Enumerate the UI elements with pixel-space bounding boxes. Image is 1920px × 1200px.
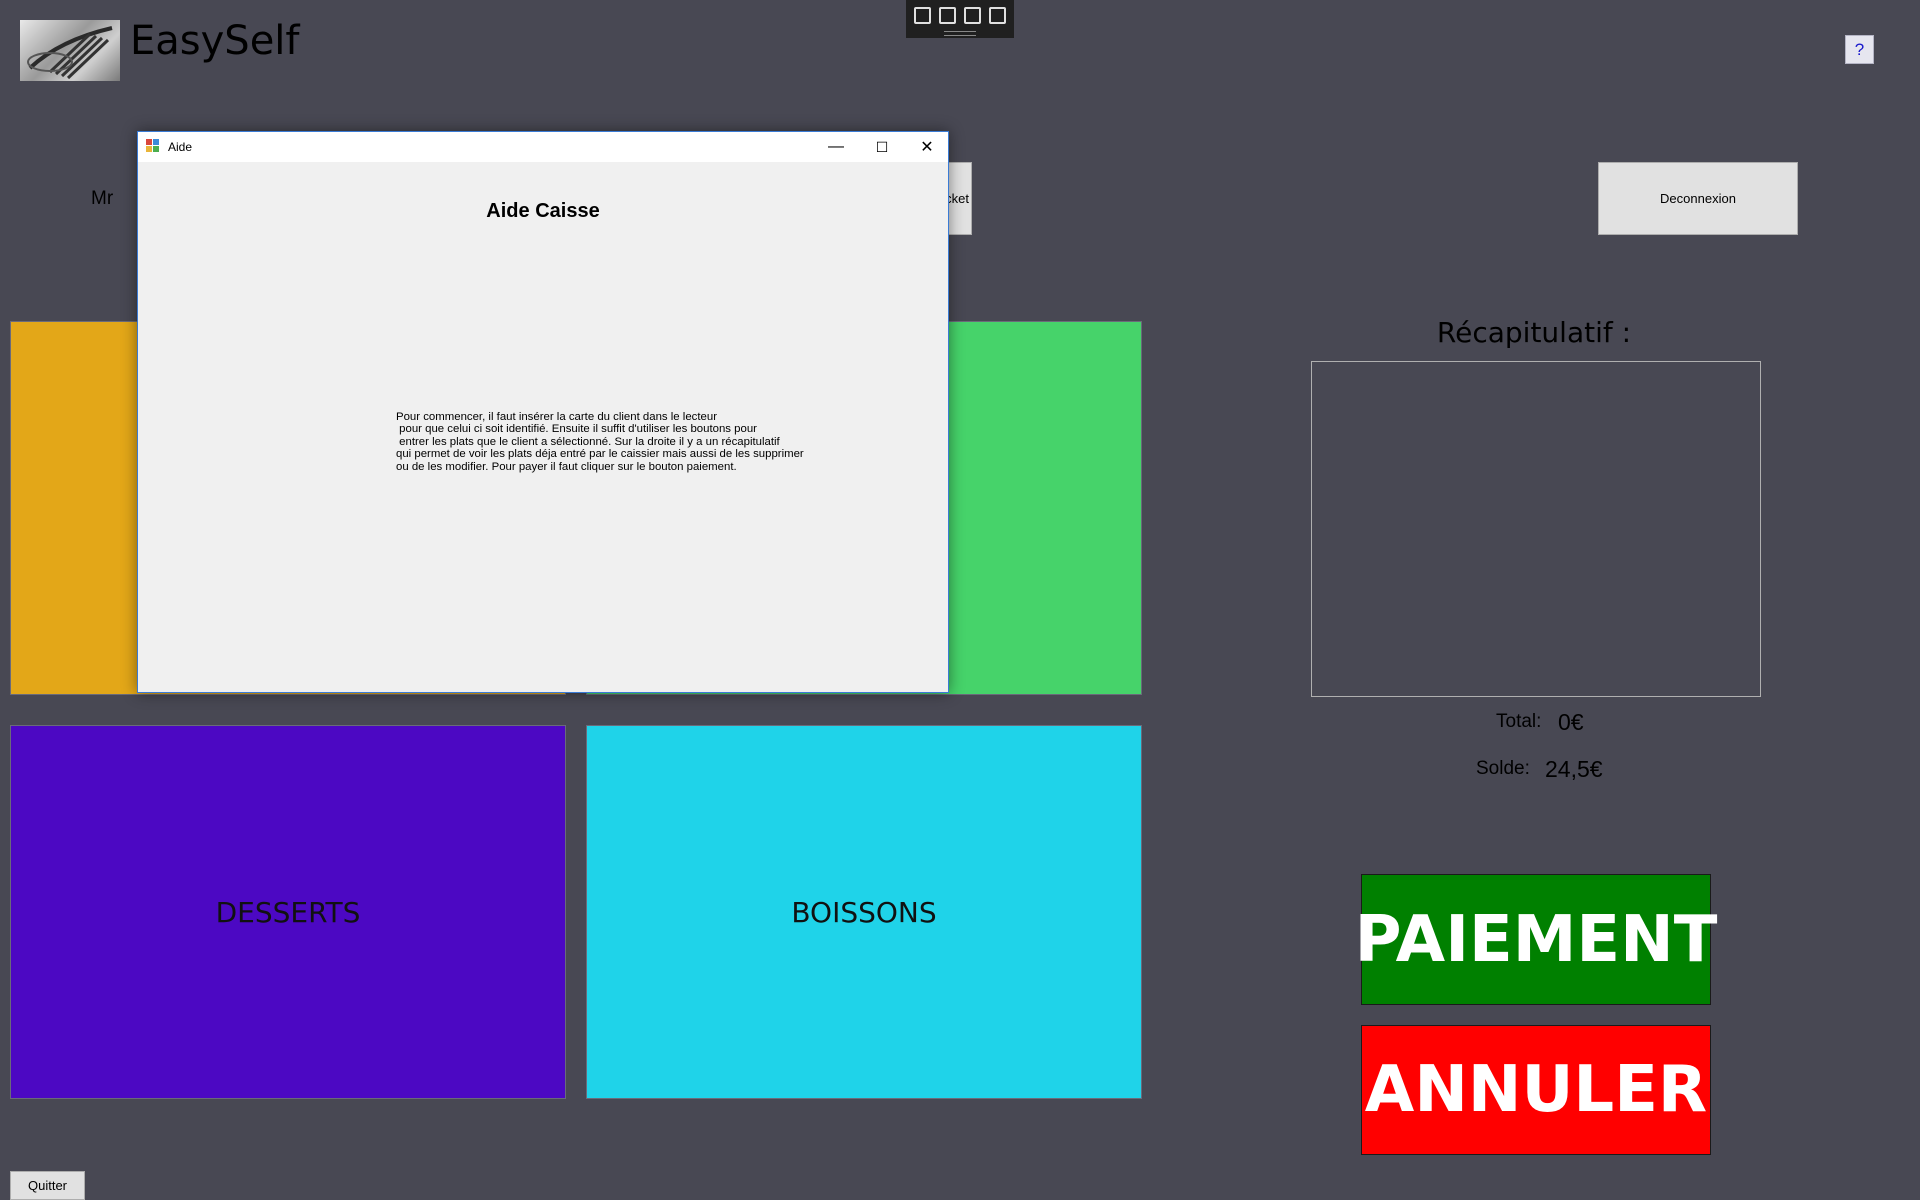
solde-label: Solde: xyxy=(1476,758,1530,779)
pointer-icon[interactable] xyxy=(939,7,956,24)
close-button[interactable]: ✕ xyxy=(904,132,950,162)
window-app-icon xyxy=(146,139,160,153)
paiement-button[interactable]: PAIEMENT xyxy=(1355,874,1717,1005)
recap-title: Récapitulatif : xyxy=(1436,316,1632,349)
annuler-button[interactable]: ANNULER xyxy=(1361,1025,1711,1155)
category-tile-desserts[interactable]: DESSERTS xyxy=(10,725,566,1099)
debug-toolbar xyxy=(906,0,1014,38)
aide-window-title: Aide xyxy=(168,140,193,154)
deconnexion-button[interactable]: Deconnexion xyxy=(1598,162,1798,235)
total-value: 0€ xyxy=(1558,709,1584,735)
select-element-icon[interactable] xyxy=(914,7,931,24)
frame-icon[interactable] xyxy=(964,7,981,24)
aide-dialog: Aide — ☐ ✕ Aide Caisse Pour commencer, i… xyxy=(137,131,949,693)
toolbar-grip[interactable] xyxy=(944,31,976,36)
solde-value: 24,5€ xyxy=(1545,756,1603,782)
aide-body-text: Pour commencer, il faut insérer la carte… xyxy=(396,411,804,473)
maximize-button[interactable]: ☐ xyxy=(859,132,905,162)
total-label: Total: xyxy=(1496,711,1542,732)
user-greeting: Mr xyxy=(91,188,114,209)
aide-heading: Aide Caisse xyxy=(486,200,600,222)
track-focus-icon[interactable] xyxy=(989,7,1006,24)
help-button[interactable]: ? xyxy=(1845,35,1874,64)
quitter-button[interactable]: Quitter xyxy=(10,1171,85,1200)
app-title: EasySelf xyxy=(130,18,300,64)
aide-titlebar[interactable]: Aide — ☐ ✕ xyxy=(138,132,948,162)
app-logo xyxy=(20,20,120,81)
recap-list[interactable] xyxy=(1311,361,1761,697)
minimize-button[interactable]: — xyxy=(813,132,859,162)
category-tile-boissons[interactable]: BOISSONS xyxy=(586,725,1142,1099)
